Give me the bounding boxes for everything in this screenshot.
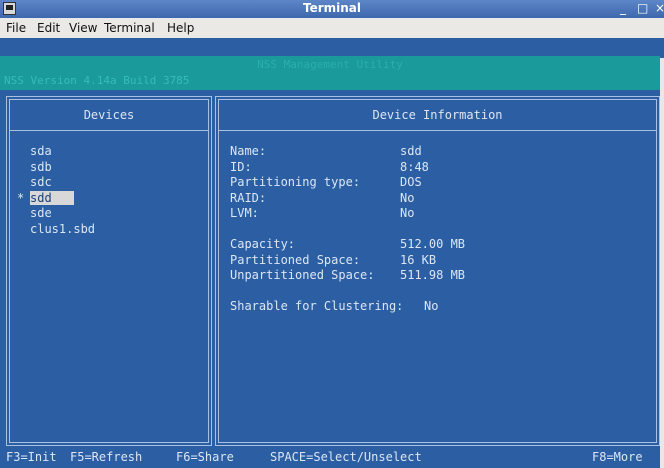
menu-help[interactable]: Help <box>167 21 194 35</box>
device-name: sde <box>30 206 52 220</box>
device-item-sdd[interactable]: * sdd <box>17 190 95 207</box>
device-item-clus1-sbd[interactable]: clus1.sbd <box>30 222 95 238</box>
device-item-sda[interactable]: sda <box>30 144 95 160</box>
title-bar[interactable]: Terminal _ □ × <box>0 0 664 18</box>
info-label: Partitioned Space: <box>230 252 361 267</box>
info-title-divider <box>218 130 657 131</box>
header-version: NSS Version 4.14a Build 3785 <box>4 74 190 87</box>
device-item-sde[interactable]: sde <box>30 206 95 222</box>
close-icon[interactable]: × <box>655 1 664 15</box>
device-name: sdc <box>30 175 52 189</box>
info-label: Unpartitioned Space: <box>230 268 375 282</box>
menu-terminal[interactable]: Terminal <box>104 21 155 35</box>
window-title: Terminal <box>302 1 362 15</box>
device-item-sdb[interactable]: sdb <box>30 160 95 176</box>
f3-init-key[interactable]: F3=Init <box>6 450 57 464</box>
info-value: 511.98 MB <box>400 268 466 282</box>
info-value: No <box>424 299 439 313</box>
info-label: Name: <box>230 144 267 158</box>
info-label: Capacity: <box>230 237 296 251</box>
info-value: 512.00 MB <box>400 237 466 251</box>
header-title: NSS Management Utility <box>257 58 403 71</box>
info-value: No <box>400 190 415 205</box>
info-value: DOS <box>400 175 422 189</box>
space-select-key[interactable]: SPACE=Select/Unselect <box>270 450 422 464</box>
device-name: sdb <box>30 159 52 174</box>
menu-edit[interactable]: Edit <box>37 21 60 35</box>
selected-marker: * <box>17 190 25 205</box>
device-name: sda <box>30 144 52 158</box>
menu-view[interactable]: View <box>69 21 97 35</box>
devices-panel-title: Devices <box>83 108 135 122</box>
menu-bar: File Edit View Terminal Help <box>0 18 664 39</box>
device-name: clus1.sbd <box>30 221 96 236</box>
info-value: 8:48 <box>400 159 429 174</box>
minimize-icon[interactable]: _ <box>620 1 626 15</box>
f8-more-key[interactable]: F8=More <box>592 450 643 464</box>
info-value: 16 KB <box>400 252 437 267</box>
device-name: sdd <box>30 190 74 205</box>
maximize-icon[interactable]: □ <box>637 1 648 15</box>
info-label: Sharable for Clustering: <box>230 299 404 313</box>
menu-file[interactable]: File <box>6 21 26 35</box>
devices-title-divider <box>9 130 209 131</box>
app-header: NSS Management Utility NSS Version 4.14a… <box>0 56 660 90</box>
device-item-sdc[interactable]: sdc <box>30 175 95 191</box>
info-label: LVM: <box>230 206 259 220</box>
info-label: RAID: <box>230 190 267 205</box>
info-label: Partitioning type: <box>230 175 361 189</box>
f6-share-key[interactable]: F6=Share <box>176 450 234 464</box>
f5-refresh-key[interactable]: F5=Refresh <box>70 450 142 464</box>
info-value: sdd <box>400 144 422 158</box>
info-label: ID: <box>230 159 252 174</box>
scrollbar[interactable] <box>660 58 664 468</box>
device-list: sda sdb sdc * sdd sde clus1.sbd <box>17 144 95 238</box>
function-key-bar: F3=Init F5=Refresh F6=Share SPACE=Select… <box>0 446 660 468</box>
info-panel-title: Device Information <box>372 108 503 122</box>
info-value: No <box>400 206 415 220</box>
